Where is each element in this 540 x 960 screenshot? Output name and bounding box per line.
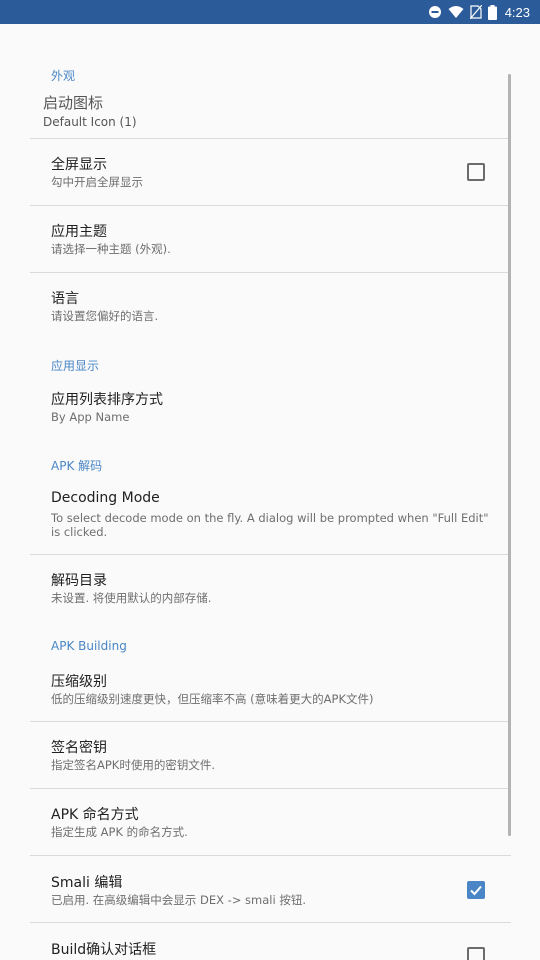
pref-summary: Default Icon (1) [43, 115, 137, 129]
category-apk-building: APK Building [51, 639, 127, 653]
scrollbar-track[interactable] [508, 74, 511, 836]
pref-summary: To select decode mode on the fly. A dial… [51, 511, 489, 539]
category-app-display: 应用显示 [51, 359, 100, 373]
category-appearance: 外观 [51, 69, 76, 83]
pref-title: Build确认对话框 [51, 942, 157, 958]
signing-key-pref[interactable]: 签名密钥 指定签名APK时使用的密钥文件. [30, 722, 511, 788]
build-confirm-checkbox[interactable] [467, 947, 485, 960]
wifi-icon [448, 5, 464, 19]
scrollbar-thumb[interactable] [508, 74, 511, 836]
smali-edit-checkbox[interactable] [467, 881, 485, 899]
fullscreen-checkbox[interactable] [467, 163, 485, 181]
status-icons: 4:23 [428, 0, 530, 24]
fullscreen-pref[interactable]: 全屏显示 勾中开启全屏显示 [30, 139, 511, 205]
theme-pref[interactable]: 应用主题 请选择一种主题 (外观). [30, 206, 511, 272]
battery-icon [487, 4, 497, 20]
compression-pref[interactable]: 压缩级别 低的压缩级别速度更快，但压缩率不高 (意味着更大的APK文件) [30, 656, 511, 722]
pref-summary: 请设置您偏好的语言. [51, 309, 159, 323]
no-sim-icon [469, 5, 482, 19]
pref-title: 语言 [51, 291, 79, 307]
decoding-mode-pref[interactable]: Decoding Mode To select decode mode on t… [30, 474, 511, 554]
do-not-disturb-icon [428, 5, 442, 19]
pref-title: 签名密钥 [51, 740, 107, 756]
pref-title: 全屏显示 [51, 157, 107, 173]
sort-pref[interactable]: 应用列表排序方式 By App Name [30, 374, 511, 440]
settings-list[interactable]: 外观 启动图标 Default Icon (1) 全屏显示 勾中开启全屏显示 应… [0, 24, 540, 960]
pref-summary: 未设置. 将使用默认的内部存储. [51, 591, 212, 605]
launcher-icon-pref[interactable]: 启动图标 Default Icon (1) [30, 86, 511, 138]
pref-title: Decoding Mode [51, 490, 160, 506]
pref-title: APK 命名方式 [51, 807, 139, 823]
category-apk-decode: APK 解码 [51, 459, 103, 473]
build-confirm-pref[interactable]: Build确认对话框 [30, 923, 511, 960]
decode-dir-pref[interactable]: 解码目录 未设置. 将使用默认的内部存储. [30, 555, 511, 621]
pref-title: 压缩级别 [51, 674, 107, 690]
pref-summary: 勾中开启全屏显示 [51, 175, 143, 189]
pref-title: 解码目录 [51, 573, 107, 589]
pref-title: 应用主题 [51, 224, 107, 240]
status-bar: 4:23 [0, 0, 540, 24]
pref-summary: 指定签名APK时使用的密钥文件. [51, 758, 215, 772]
smali-edit-pref[interactable]: Smali 编辑 已启用. 在高级编辑中会显示 DEX -> smali 按钮. [30, 856, 511, 922]
pref-summary: 指定生成 APK 的命名方式. [51, 825, 188, 839]
pref-summary: 低的压缩级别速度更快，但压缩率不高 (意味着更大的APK文件) [51, 692, 374, 706]
pref-summary: By App Name [51, 410, 130, 424]
pref-title: 启动图标 [43, 94, 104, 112]
language-pref[interactable]: 语言 请设置您偏好的语言. [30, 273, 511, 339]
pref-title: 应用列表排序方式 [51, 392, 163, 408]
pref-summary: 已启用. 在高级编辑中会显示 DEX -> smali 按钮. [51, 893, 307, 907]
status-time: 4:23 [504, 4, 530, 20]
check-icon [470, 885, 482, 896]
pref-title: Smali 编辑 [51, 875, 123, 891]
apk-naming-pref[interactable]: APK 命名方式 指定生成 APK 的命名方式. [30, 789, 511, 855]
pref-summary: 请选择一种主题 (外观). [51, 242, 171, 256]
